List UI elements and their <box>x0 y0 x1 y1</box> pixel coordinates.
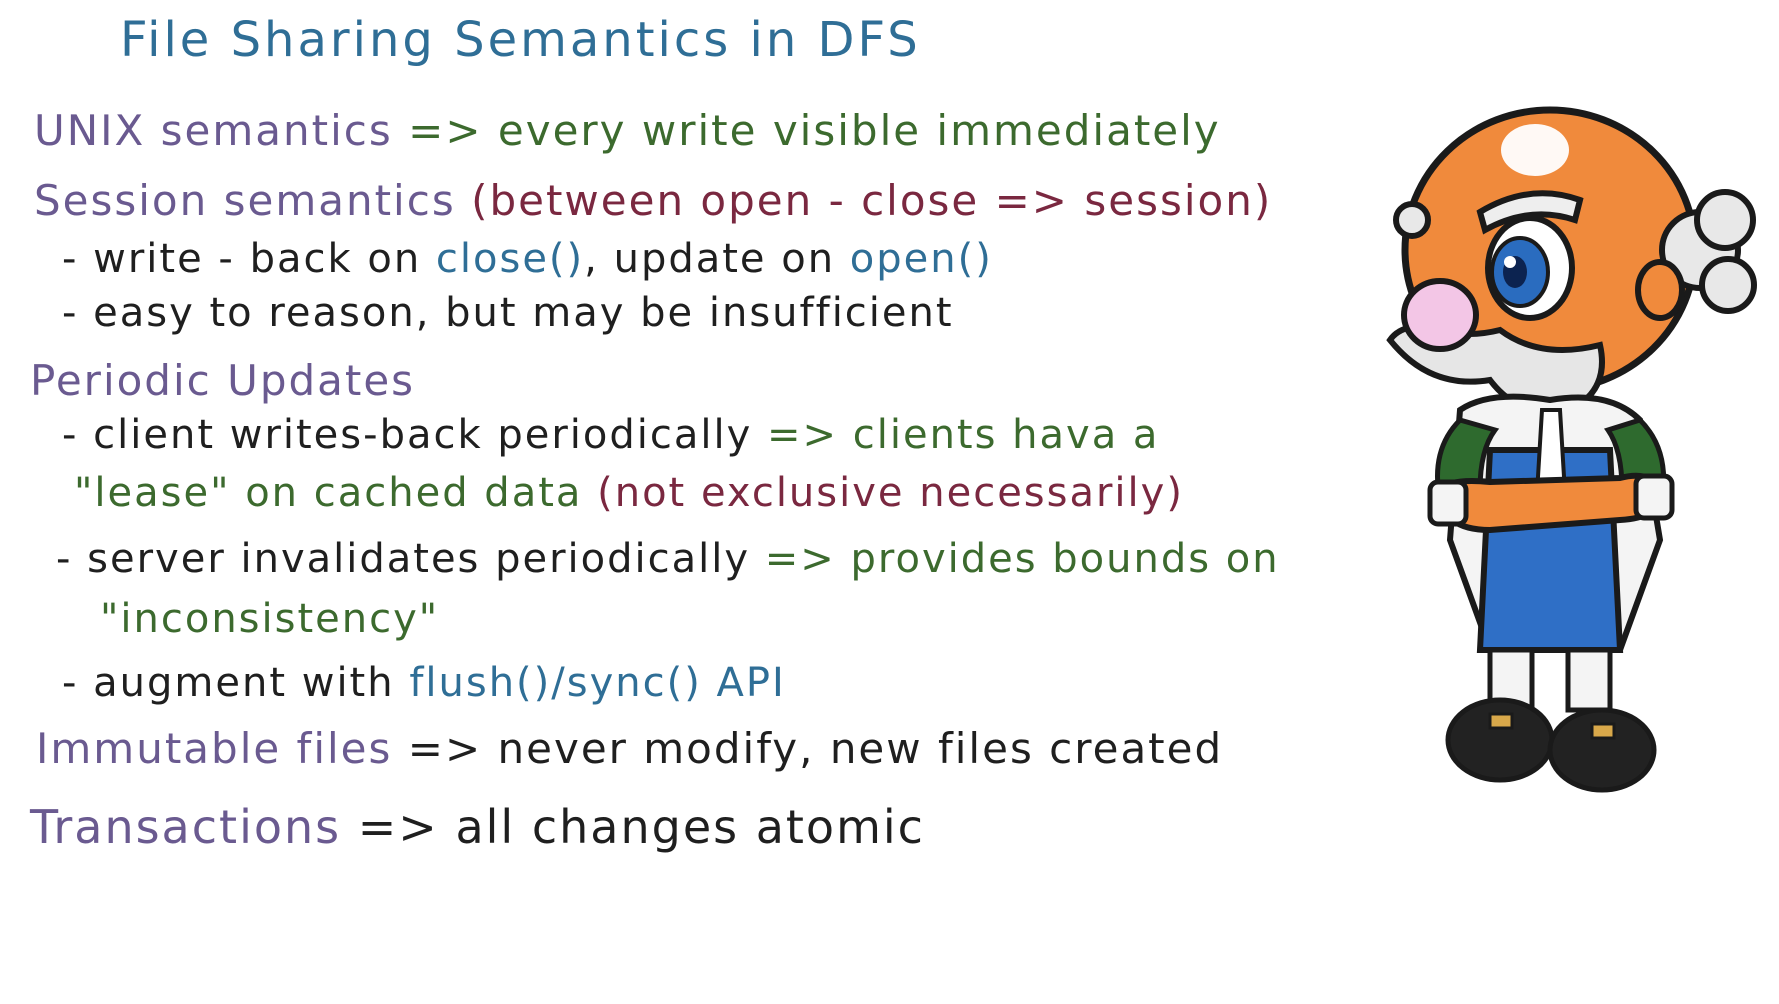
line-periodic-updates: Periodic Updates <box>30 356 415 405</box>
line-periodic-bullet-3: - augment with flush()/sync() API <box>62 660 786 706</box>
mascot-leg-right <box>1565 647 1613 713</box>
transactions-text: => all changes atomic <box>357 800 925 854</box>
session-bullet-1-open: open() <box>849 236 993 282</box>
periodic-bullet-1-cont-b: (not exclusive necessarily) <box>597 470 1184 516</box>
session-bullet-1-close: close() <box>435 236 585 282</box>
mascot-eye-shine <box>1504 256 1516 268</box>
session-bullet-1-c: , update on <box>584 236 836 282</box>
mascot-shoe-left <box>1445 697 1555 783</box>
periodic-bullet-1-b: => clients hava a <box>767 412 1160 458</box>
line-transactions: Transactions => all changes atomic <box>30 800 925 854</box>
mascot-cuff-right <box>1633 473 1675 521</box>
periodic-bullet-2-b: => provides bounds on <box>764 536 1280 582</box>
line-unix-semantics: UNIX semantics => every write visible im… <box>34 106 1221 155</box>
periodic-bullet-1-a: - client writes-back periodically <box>62 412 753 458</box>
unix-semantics-text: => every write visible immediately <box>408 106 1221 155</box>
immutable-files-text: => never modify, new files created <box>407 724 1224 773</box>
periodic-bullet-1-cont-a: "lease" on cached data <box>74 470 583 516</box>
mascot-shoe-right <box>1547 707 1657 793</box>
immutable-files-label: Immutable files <box>36 724 393 773</box>
mascot-buckle-right <box>1590 722 1616 740</box>
line-session-semantics: Session semantics (between open - close … <box>34 176 1272 225</box>
session-bullet-1-a: - write - back on <box>62 236 422 282</box>
periodic-bullet-2-cont-a: "inconsistency" <box>100 596 440 642</box>
line-session-bullet-2: - easy to reason, but may be insufficien… <box>62 290 954 336</box>
mascot-nose <box>1401 278 1479 352</box>
line-periodic-bullet-1-cont: "lease" on cached data (not exclusive ne… <box>74 470 1184 516</box>
unix-semantics-label: UNIX semantics <box>34 106 393 155</box>
session-semantics-label: Session semantics <box>34 176 456 225</box>
mascot-cuff-left <box>1427 479 1469 527</box>
line-periodic-bullet-1: - client writes-back periodically => cli… <box>62 412 1159 458</box>
periodic-bullet-3-b: flush()/sync() API <box>409 660 786 706</box>
mascot-hair-left <box>1393 201 1431 239</box>
mascot-ear <box>1635 259 1685 321</box>
line-session-bullet-1: - write - back on close(), update on ope… <box>62 236 993 282</box>
line-periodic-bullet-2-cont: "inconsistency" <box>100 596 439 642</box>
periodic-updates-label: Periodic Updates <box>30 356 416 405</box>
line-periodic-bullet-2: - server invalidates periodically => pro… <box>56 536 1280 582</box>
line-immutable-files: Immutable files => never modify, new fil… <box>36 724 1223 773</box>
mascot-head-highlight <box>1501 124 1569 176</box>
mascot-arms <box>1436 472 1666 534</box>
mascot-buckle-left <box>1488 712 1514 730</box>
periodic-bullet-2-a: - server invalidates periodically <box>56 536 751 582</box>
periodic-bullet-3-a: - augment with <box>62 660 395 706</box>
transactions-label: Transactions <box>30 800 342 854</box>
session-bullet-2-a: - easy to reason, but may be insufficien… <box>62 290 954 336</box>
page-title: File Sharing Semantics in DFS <box>120 12 921 68</box>
professor-mascot-icon <box>1386 106 1757 793</box>
session-semantics-text: (between open - close => session) <box>471 176 1273 225</box>
